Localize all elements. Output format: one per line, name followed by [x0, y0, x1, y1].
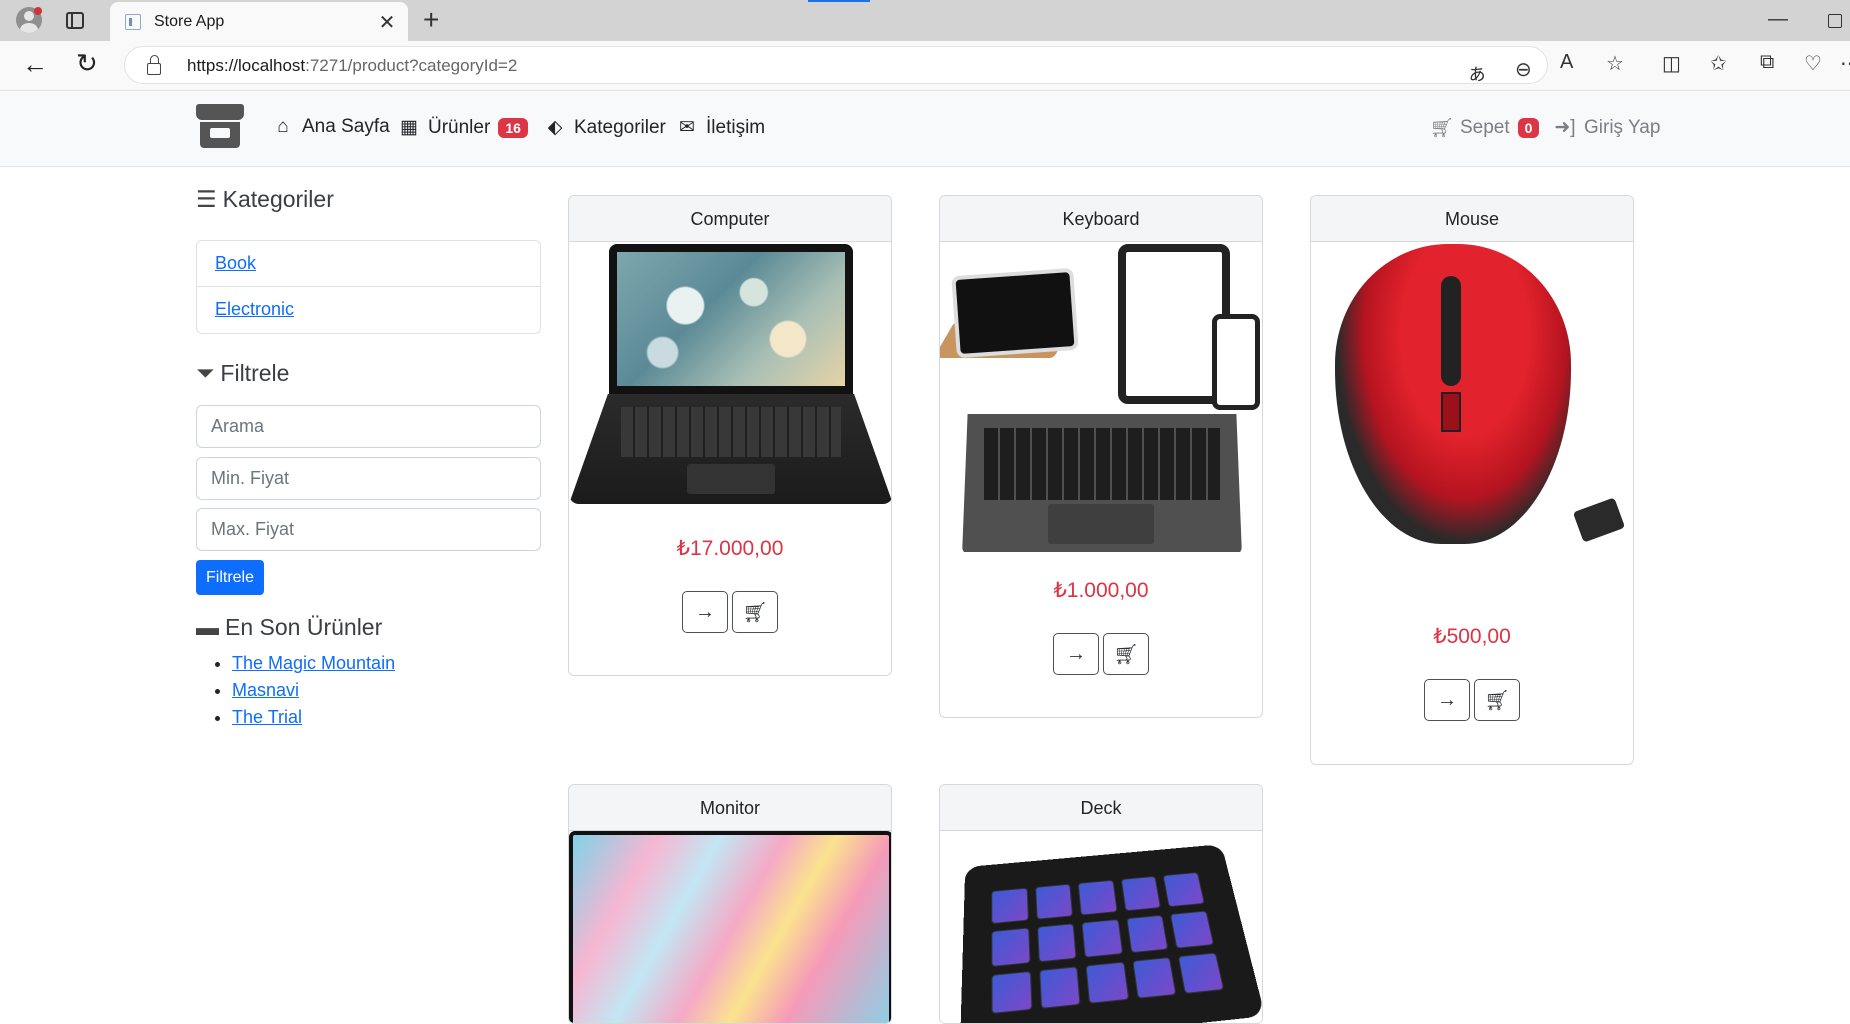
products-count-badge: 16	[498, 117, 528, 138]
nav-products[interactable]: ▦ Ürünler 16	[398, 116, 528, 139]
category-link-book[interactable]: Book	[215, 253, 256, 273]
bars-icon: ☰	[196, 186, 217, 212]
recent-product-link[interactable]: The Magic Mountain	[232, 653, 395, 673]
nav-categories[interactable]: ⬖ Kategoriler	[544, 116, 666, 139]
home-icon: ⌂	[277, 116, 289, 137]
nav-login[interactable]: ➜] Giriş Yap	[1554, 116, 1660, 139]
product-image-laptop[interactable]	[569, 242, 891, 510]
categories-heading: ☰ Kategoriler	[196, 186, 334, 212]
product-title: Deck	[940, 785, 1262, 831]
category-item: Electronic	[197, 287, 540, 333]
nav-categories-label: Kategoriler	[574, 116, 666, 138]
product-card: Deck	[939, 784, 1263, 1024]
browser-tab[interactable]: Store App ✕	[110, 2, 408, 41]
cart-plus-icon[interactable]: 🛒︎	[1474, 679, 1520, 721]
nav-contact-label: İletişim	[706, 116, 766, 138]
product-card: Mouse ₺500,00 → 🛒︎	[1310, 195, 1634, 765]
cubes-icon: ▦	[400, 117, 418, 138]
recent-products-list: The Magic Mountain Masnavi The Trial	[232, 650, 395, 731]
list-item: The Magic Mountain	[232, 650, 395, 677]
close-tab-icon[interactable]: ✕	[376, 10, 398, 35]
product-title: Monitor	[569, 785, 891, 831]
max-price-input[interactable]	[196, 508, 541, 551]
maximize-icon[interactable]	[1828, 14, 1842, 28]
nav-contact[interactable]: ✉ İletişim	[676, 116, 765, 139]
product-card: Computer ₺17.000,00 → 🛒︎	[568, 195, 892, 676]
nav-home-label: Ana Sayfa	[302, 116, 390, 137]
tab-actions-icon[interactable]	[66, 12, 84, 29]
product-title: Computer	[569, 196, 891, 242]
split-screen-icon[interactable]: ◫	[1662, 51, 1681, 76]
product-image-deck[interactable]	[940, 831, 1262, 1023]
product-image-keyboard[interactable]	[940, 242, 1262, 552]
notification-dot	[34, 7, 42, 15]
url-field[interactable]: https://localhost:7271/product?categoryI…	[124, 46, 1548, 86]
list-item: The Trial	[232, 704, 395, 731]
cart-plus-icon[interactable]: 🛒︎	[1103, 633, 1149, 675]
url-text: https://localhost:7271/product?categoryI…	[187, 56, 518, 75]
product-price: ₺17.000,00	[676, 537, 784, 560]
zoom-out-icon[interactable]: ⊖	[1515, 57, 1532, 82]
sign-in-icon: ➜]	[1554, 117, 1576, 138]
arrow-right-icon[interactable]: →	[682, 591, 728, 633]
cart-plus-icon[interactable]: 🛒︎	[732, 591, 778, 633]
product-price: ₺500,00	[1433, 625, 1511, 648]
favorite-star-icon[interactable]: ☆	[1606, 51, 1624, 76]
category-list: Book Electronic	[196, 240, 541, 334]
product-actions: → 🛒︎	[569, 591, 891, 633]
arrow-right-icon[interactable]: →	[1424, 679, 1470, 721]
filter-icon: ⏷	[196, 360, 215, 386]
product-image-monitor[interactable]	[569, 831, 891, 1023]
tags-icon: ⬖	[547, 117, 563, 138]
filter-heading: ⏷ Filtrele	[196, 360, 290, 386]
tab-title: Store App	[154, 13, 225, 30]
back-arrow-icon[interactable]: ←	[22, 49, 48, 80]
product-image-mouse[interactable]	[1311, 242, 1633, 598]
new-tab-icon[interactable]: +	[423, 4, 439, 36]
page-favicon-icon	[125, 14, 141, 30]
nav-home[interactable]: ⌂ Ana Sayfa	[272, 116, 390, 138]
collections-icon[interactable]: ⧉	[1760, 51, 1774, 74]
category-link-electronic[interactable]: Electronic	[215, 299, 294, 319]
recent-product-link[interactable]: The Trial	[232, 707, 302, 727]
lock-icon	[147, 55, 161, 75]
refresh-icon[interactable]: ↻	[76, 48, 98, 79]
loading-indicator	[808, 0, 870, 2]
box-icon: ▬	[196, 614, 219, 640]
product-card: Keyboard ₺1.000,00 → 🛒︎	[939, 195, 1263, 718]
filter-button[interactable]: Filtrele	[196, 560, 265, 595]
product-actions: → 🛒︎	[1311, 679, 1633, 721]
store-logo-icon[interactable]	[196, 104, 244, 150]
address-bar-row: ← ↻ https://localhost:7271/product?categ…	[0, 41, 1850, 91]
cart-count-badge: 0	[1517, 118, 1540, 138]
product-title: Mouse	[1311, 196, 1633, 242]
envelope-icon: ✉	[679, 117, 695, 138]
recent-products-heading: ▬ En Son Ürünler	[196, 614, 383, 640]
nav-products-label: Ürünler	[428, 116, 491, 138]
favorites-icon[interactable]: ✩	[1710, 51, 1727, 76]
min-price-input[interactable]	[196, 457, 541, 500]
read-aloud-icon[interactable]: A	[1560, 51, 1573, 74]
recent-product-link[interactable]: Masnavi	[232, 680, 299, 700]
arrow-right-icon[interactable]: →	[1053, 633, 1099, 675]
product-actions: → 🛒︎	[940, 633, 1262, 675]
cart-icon: 🛒︎	[1430, 118, 1455, 139]
product-title: Keyboard	[940, 196, 1262, 242]
nav-cart-label: Sepet	[1460, 117, 1510, 138]
nav-cart[interactable]: 🛒︎ Sepet 0	[1430, 116, 1540, 140]
list-item: Masnavi	[232, 677, 395, 704]
more-menu-icon[interactable]: ⋯	[1840, 51, 1850, 76]
category-item: Book	[197, 241, 540, 287]
browser-essentials-icon[interactable]: ♡	[1804, 51, 1822, 76]
search-input[interactable]	[196, 405, 541, 448]
product-card: Monitor	[568, 784, 892, 1024]
site-navbar: ⌂ Ana Sayfa ▦ Ürünler 16 ⬖ Kategoriler ✉…	[0, 92, 1850, 167]
nav-login-label: Giriş Yap	[1584, 116, 1661, 138]
product-price: ₺1.000,00	[1053, 579, 1149, 602]
minimize-icon[interactable]: —	[1768, 8, 1788, 31]
browser-tab-bar: Store App ✕ + —	[0, 0, 1850, 41]
translate-icon[interactable]: ぁ	[1467, 57, 1487, 86]
